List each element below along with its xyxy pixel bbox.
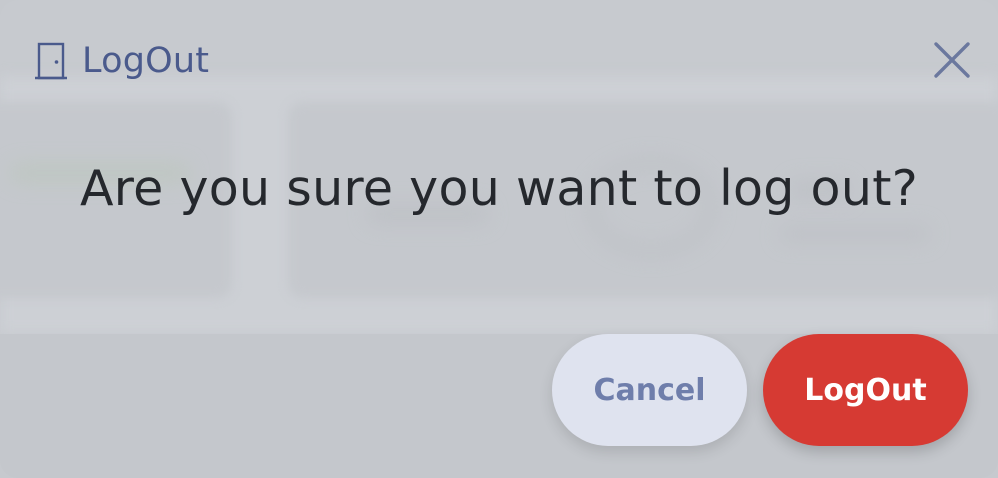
dialog-header: LogOut bbox=[34, 36, 209, 86]
logout-dialog: LogOut Are you sure you want to log out?… bbox=[0, 0, 998, 478]
confirmation-message: Are you sure you want to log out? bbox=[79, 160, 919, 217]
door-icon bbox=[34, 41, 68, 81]
cancel-button[interactable]: Cancel bbox=[552, 334, 747, 446]
close-button[interactable] bbox=[930, 38, 974, 82]
dialog-title: LogOut bbox=[82, 41, 210, 81]
logout-button[interactable]: LogOut bbox=[763, 334, 968, 446]
close-icon bbox=[934, 42, 970, 78]
background-shape bbox=[780, 226, 930, 242]
